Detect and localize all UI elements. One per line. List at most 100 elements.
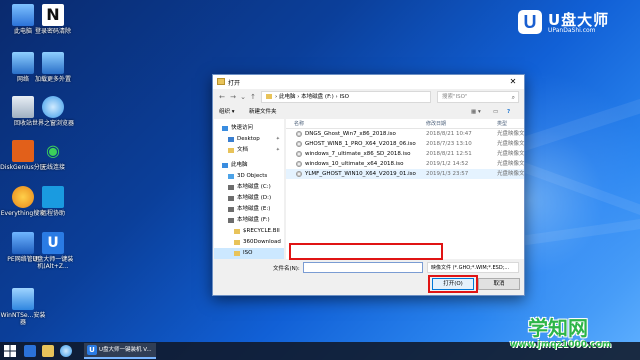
preview-pane-icon[interactable]: ▭: [493, 106, 498, 118]
disc-image-icon: [296, 141, 302, 147]
nav-item-drive-f[interactable]: 本地磁盘 (F:): [214, 215, 284, 226]
breadcrumb-this-pc[interactable]: 此电脑: [279, 94, 296, 100]
view-options-icon[interactable]: ▦ ▾: [471, 106, 481, 118]
drive-icon: [228, 218, 234, 223]
desktop-icon-label: U盘大师一键装机(Alt+Z...: [32, 256, 74, 270]
nav-item-recycle-folder[interactable]: $RECYCLE.BII: [214, 226, 284, 237]
nav-item-label: 3D Objects: [237, 173, 268, 179]
this-pc-taskbar-icon[interactable]: [24, 345, 36, 357]
file-name: YLMF_GHOST_WIN10_X64_V2019_01.iso: [305, 171, 416, 177]
nav-item-label: 本地磁盘 (D:): [237, 195, 272, 201]
dialog-toolbar: 组织 ▾ 新建文件夹 ▦ ▾ ▭ ?: [213, 106, 524, 118]
address-bar[interactable]: › 此电脑 › 本地磁盘 (F:) › ISO: [261, 91, 431, 103]
folder-icon: [234, 251, 240, 256]
dialog-titlebar[interactable]: 打开 ✕: [213, 75, 524, 89]
desktop-icon-label: 无线连接: [40, 164, 65, 171]
browser-taskbar-icon[interactable]: [60, 345, 72, 357]
file-row[interactable]: GHOST_WIN8_1_PRO_X64_V2018_06.iso 2018/7…: [286, 139, 524, 149]
desktop-icon-upan-installer[interactable]: U U盘大师一键装机(Alt+Z...: [30, 232, 76, 270]
file-name: DNGS_Ghost_Win7_x86_2018.iso: [305, 131, 396, 137]
filename-input[interactable]: [303, 262, 423, 273]
computer-icon: [222, 163, 228, 168]
nav-item-drive-e[interactable]: 本地磁盘 (E:): [214, 204, 284, 215]
nav-item-label: 本地磁盘 (C:): [237, 184, 271, 190]
desktop-icon-load-external[interactable]: 加载更多外置: [30, 52, 76, 83]
dialog-footer: 文件名(N): 映像文件 (*.GHO;*.WIM;*.ESD;... 打开(O…: [213, 261, 524, 295]
folder-icon: [234, 240, 240, 245]
file-name: windows_10_ultimate_x64_2018.iso: [305, 161, 404, 167]
help-icon[interactable]: ?: [507, 106, 510, 118]
drive-icon: [228, 196, 234, 201]
desktop-icon-label: 世界之窗浏览器: [31, 120, 74, 127]
breadcrumb-iso[interactable]: ISO: [340, 94, 349, 100]
nav-item-this-pc[interactable]: 此电脑: [214, 160, 284, 171]
file-type: 光盘映像文: [497, 141, 524, 147]
chevron-down-icon[interactable]: ⌄: [238, 92, 248, 102]
desktop-icon-winntsetup[interactable]: WinNTSe...安装器: [0, 288, 46, 326]
nav-item-desktop[interactable]: Desktop ✦: [214, 134, 284, 145]
column-header-name[interactable]: 名称: [294, 119, 304, 129]
open-file-dialog: 打开 ✕ ← → ⌄ ↑ › 此电脑 › 本地磁盘 (F:) › ISO 搜索"…: [212, 74, 525, 296]
pin-icon: ✦: [275, 136, 280, 142]
nav-item-label: Desktop: [237, 136, 260, 142]
upan-logo: U U盘大师 UPanDaShi.com: [516, 6, 634, 38]
up-arrow-icon[interactable]: ↑: [248, 92, 258, 102]
external-drive-icon: [42, 52, 64, 74]
desktop-icon-remote-assist[interactable]: 远程协助: [30, 186, 76, 217]
forward-arrow-icon[interactable]: →: [228, 92, 238, 102]
watermark-url: www.jmqz1000.com: [510, 340, 612, 350]
file-name: GHOST_WIN8_1_PRO_X64_V2018_06.iso: [305, 141, 416, 147]
file-row[interactable]: DNGS_Ghost_Win7_x86_2018.iso 2018/8/21 1…: [286, 129, 524, 139]
file-explorer-icon[interactable]: [42, 345, 54, 357]
breadcrumb-drive-f[interactable]: 本地磁盘 (F:): [301, 94, 334, 100]
close-button[interactable]: ✕: [502, 75, 524, 89]
folder-icon: [266, 94, 272, 99]
nav-item-label: 此电脑: [231, 162, 248, 168]
winntsetup-icon: [12, 288, 34, 310]
file-date: 2018/7/23 13:10: [426, 141, 472, 147]
desktop-icon-password-clear[interactable]: N 登录密码清除: [30, 4, 76, 35]
column-header-type[interactable]: 类型: [497, 119, 507, 129]
wifi-icon: ◉: [46, 141, 60, 160]
file-date: 2018/8/21 10:47: [426, 131, 472, 137]
nav-item-iso[interactable]: ISO: [214, 248, 284, 259]
watermark-title: 学知网: [528, 316, 588, 340]
filename-label: 文件名(N):: [273, 266, 300, 272]
teamviewer-icon: [42, 186, 64, 208]
disc-image-icon: [296, 161, 302, 167]
desktop-icon-label: 登录密码清除: [34, 28, 71, 35]
column-header-date[interactable]: 修改日期: [426, 119, 446, 129]
filetype-select[interactable]: 映像文件 (*.GHO;*.WIM;*.ESD;...: [427, 262, 519, 273]
filetype-value: 映像文件 (*.GHO;*.WIM;*.ESD;...: [431, 265, 510, 271]
star-icon: [222, 126, 228, 131]
search-input[interactable]: 搜索"ISO" ⌕: [437, 91, 519, 103]
file-row[interactable]: windows_10_ultimate_x64_2018.iso 2019/1/…: [286, 159, 524, 169]
disc-image-icon: [296, 131, 302, 137]
logo-subtitle: UPanDaShi.com: [548, 27, 596, 34]
nav-item-documents[interactable]: 文档 ✦: [214, 145, 284, 156]
file-row-selected[interactable]: YLMF_GHOST_WIN10_X64_V2019_01.iso 2019/1…: [286, 169, 524, 179]
navigation-pane: 快速访问 Desktop ✦ 文档 ✦ 此电脑 3D Objects 本地磁盘 …: [214, 119, 284, 259]
desktop-icon-browser[interactable]: 世界之窗浏览器: [30, 96, 76, 127]
windows-start-icon[interactable]: [4, 345, 16, 357]
organize-button[interactable]: 组织 ▾: [219, 106, 235, 118]
nav-item-360download[interactable]: 360Download: [214, 237, 284, 248]
cancel-button[interactable]: 取消: [478, 278, 520, 290]
nav-item-drive-d[interactable]: 本地磁盘 (D:): [214, 193, 284, 204]
file-type: 光盘映像文: [497, 131, 524, 137]
file-row[interactable]: windows_7_ultimate_x86_SD_2018.iso 2018/…: [286, 149, 524, 159]
back-arrow-icon[interactable]: ←: [217, 92, 227, 102]
new-folder-button[interactable]: 新建文件夹: [249, 106, 277, 118]
nav-item-quick-access[interactable]: 快速访问: [214, 123, 284, 134]
selection-highlight-box: [289, 243, 443, 260]
nav-item-label: 本地磁盘 (F:): [237, 217, 270, 223]
desktop-icon-wireless[interactable]: ◉ 无线连接: [30, 140, 76, 171]
file-list: 名称 修改日期 类型 DNGS_Ghost_Win7_x86_2018.iso …: [286, 119, 524, 259]
taskbar-app-upan[interactable]: U U盘大师一键装机 V...: [84, 343, 156, 359]
desktop-icon: [228, 137, 234, 142]
disc-image-icon: [296, 171, 302, 177]
disc-image-icon: [296, 151, 302, 157]
nav-item-drive-c[interactable]: 本地磁盘 (C:): [214, 182, 284, 193]
nav-item-3d-objects[interactable]: 3D Objects: [214, 171, 284, 182]
nt-password-icon: N: [42, 4, 64, 26]
